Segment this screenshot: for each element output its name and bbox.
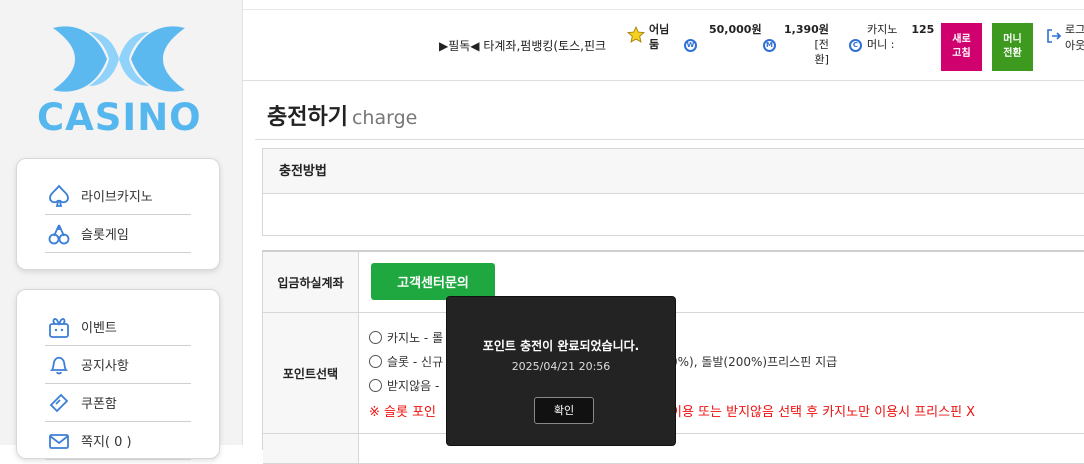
casino-money-value: 125 xyxy=(911,23,935,36)
point-option-casino[interactable]: 카지노 - 롤 xyxy=(369,329,443,346)
option-label: 카지노 - 롤 xyxy=(387,331,444,345)
sidebar-item-label: 쿠폰함 xyxy=(81,397,117,412)
notice-ticker[interactable]: ▶필독◀ 타계좌,펌뱅킹(토스,핀크 xyxy=(439,37,621,54)
mail-icon xyxy=(45,428,73,454)
casino-money: C 카지노 머니 : 125 xyxy=(849,22,934,52)
logo-mark-icon xyxy=(53,26,185,92)
logout-button[interactable]: 로그 아웃 xyxy=(1046,22,1084,54)
money-balance: W 50,000원 xyxy=(684,22,762,52)
charge-complete-dialog: 포인트 충전이 완료되었습니다. 2025/04/21 20:56 확인 xyxy=(446,296,676,446)
cherry-icon xyxy=(45,221,73,247)
money-value: 50,000원 xyxy=(709,23,762,36)
option-label: 받지않음 - xyxy=(387,379,440,393)
username: 어님 둠 xyxy=(649,23,670,51)
sidebar-item-label: 쪽지( 0 ) xyxy=(81,435,132,450)
casino-money-label: 카지노 머니 : xyxy=(867,23,898,51)
sidebar-item-slot[interactable]: 슬롯게임 xyxy=(45,215,191,253)
radio-button[interactable] xyxy=(369,379,382,392)
sidebar-item-label: 라이브카지노 xyxy=(81,190,153,205)
customer-center-button[interactable]: 고객센터문의 xyxy=(371,263,495,300)
page-subtitle: charge xyxy=(351,107,418,129)
rank-star-icon xyxy=(627,26,645,47)
game-menu: 라이브카지노 슬롯게임 xyxy=(16,158,220,270)
mileage-value: 1,390원 xyxy=(784,23,829,36)
spade-icon xyxy=(45,183,73,209)
casino-coin-icon: C xyxy=(849,39,862,52)
sidebar-item-coupon[interactable]: 쿠폰함 xyxy=(45,384,191,422)
sidebar-item-label: 슬롯게임 xyxy=(81,228,129,243)
refresh-button[interactable]: 새로 고침 xyxy=(941,23,982,71)
option-label: 슬롯 - 신규 xyxy=(387,355,444,369)
mileage-balance: M 1,390원 [전 환] xyxy=(763,22,829,67)
sidebar-item-notice[interactable]: 공지사항 xyxy=(45,346,191,384)
sidebar: CASINO 라이브카지노 슬롯게임 이벤트 공지사항 쿠폰함 쪽지(0) xyxy=(0,0,243,460)
point-label: 포인트선택 xyxy=(263,313,359,433)
radio-button[interactable] xyxy=(369,331,382,344)
warning-tail: 이용 또는 받지않음 선택 후 카지노만 이용시 프리스핀 X xyxy=(670,405,976,420)
page-title: 충전하기 charge xyxy=(267,99,417,131)
account-label: 입금하실계좌 xyxy=(263,252,359,312)
radio-button[interactable] xyxy=(369,355,382,368)
charge-method-heading: 충전방법 xyxy=(263,149,1084,194)
convert-money-button[interactable]: 머니 전환 xyxy=(992,23,1033,71)
sidebar-item-live-casino[interactable]: 라이브카지노 xyxy=(45,177,191,215)
charge-method-panel: 충전방법 xyxy=(262,148,1084,236)
sidebar-item-label: 이벤트 xyxy=(81,321,117,336)
dialog-ok-button[interactable]: 확인 xyxy=(534,397,594,424)
user-info: 어님 둠 xyxy=(627,22,669,52)
next-row-label xyxy=(263,434,359,463)
sidebar-item-message[interactable]: 쪽지( 0 ) xyxy=(45,422,191,460)
page-title-text: 충전하기 xyxy=(267,105,348,130)
sidebar-item-label: 공지사항 xyxy=(81,359,129,374)
sidebar-item-event[interactable]: 이벤트 xyxy=(45,308,191,346)
bell-icon xyxy=(45,352,73,378)
warning-head: ※ 슬롯 포인 xyxy=(369,405,436,420)
logout-icon xyxy=(1046,28,1062,49)
mileage-convert-link[interactable]: [전 환] xyxy=(815,37,829,67)
coupon-icon xyxy=(45,390,73,416)
dialog-timestamp: 2025/04/21 20:56 xyxy=(511,360,611,373)
option-detail: 0%), 돌발(200%)프리스핀 지급 xyxy=(670,355,838,369)
logout-label: 로그 아웃 xyxy=(1065,23,1084,52)
casino-logo[interactable]: CASINO xyxy=(37,22,202,140)
mileage-coin-icon: M xyxy=(763,39,776,52)
logo-text: CASINO xyxy=(37,96,202,139)
slot-warning: ※ 슬롯 포인 이용 또는 받지않음 선택 후 카지노만 이용시 프리스핀 X xyxy=(369,401,975,420)
info-menu: 이벤트 공지사항 쿠폰함 쪽지( 0 ) xyxy=(16,289,220,460)
gift-icon xyxy=(45,314,73,340)
dialog-message: 포인트 충전이 완료되었습니다. xyxy=(482,339,640,353)
won-coin-icon: W xyxy=(684,39,697,52)
point-option-none[interactable]: 받지않음 - xyxy=(369,377,439,394)
title-divider xyxy=(255,139,1084,140)
top-bar: ▶필독◀ 타계좌,펌뱅킹(토스,핀크 어님 둠 W 50,000원 M 1,39… xyxy=(243,9,1084,81)
